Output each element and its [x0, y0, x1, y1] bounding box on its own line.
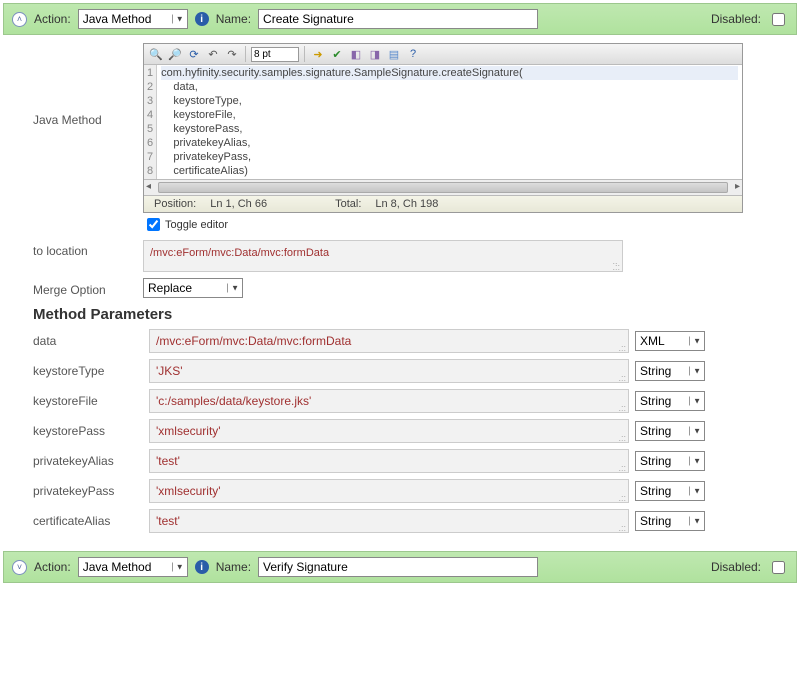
action-label: Action:: [34, 560, 71, 574]
param-name: keystorePass: [33, 424, 143, 438]
to-location-input[interactable]: /mvc:eForm/mvc:Data/mvc:formData ...::: [143, 240, 623, 272]
resize-grip-icon: .::: [618, 345, 626, 351]
resize-grip-icon: .::: [618, 405, 626, 411]
collapse-icon[interactable]: ˄: [12, 12, 27, 27]
status-position-label: Position:: [154, 198, 196, 210]
param-row: certificateAlias 'test'.::String: [33, 509, 789, 533]
param-row: privatekeyPass 'xmlsecurity'.::String: [33, 479, 789, 503]
param-name: privatekeyAlias: [33, 454, 143, 468]
status-total-label: Total:: [335, 198, 361, 210]
tool2-icon[interactable]: ◨: [367, 46, 383, 62]
merge-option-select[interactable]: Replace: [143, 278, 243, 298]
param-row: privatekeyAlias 'test'.::String: [33, 449, 789, 473]
param-type-select[interactable]: String: [635, 481, 705, 501]
redo-icon[interactable]: ↷: [224, 46, 240, 62]
resize-grip-icon: .::: [618, 375, 626, 381]
info-icon[interactable]: i: [195, 560, 209, 574]
status-position-value: Ln 1, Ch 66: [210, 198, 267, 210]
param-value-input[interactable]: 'xmlsecurity'.::: [149, 419, 629, 443]
resize-grip-icon: .::: [618, 525, 626, 531]
refresh-icon[interactable]: ⟳: [186, 46, 202, 62]
param-row: keystoreFile 'c:/samples/data/keystore.jk…: [33, 389, 789, 413]
check-icon[interactable]: ✔: [329, 46, 345, 62]
goto-icon[interactable]: ➜: [310, 46, 326, 62]
action-header-create: ˄ Action: Java Method i Name: Disabled:: [3, 3, 797, 35]
param-value-input[interactable]: 'xmlsecurity'.::: [149, 479, 629, 503]
name-label: Name:: [216, 12, 251, 26]
name-input[interactable]: [258, 557, 538, 577]
name-input[interactable]: [258, 9, 538, 29]
action-select[interactable]: Java Method: [78, 557, 188, 577]
param-name: data: [33, 334, 143, 348]
find-next-icon[interactable]: 🔎: [167, 46, 183, 62]
param-type-select[interactable]: String: [635, 391, 705, 411]
disabled-checkbox[interactable]: [772, 13, 785, 26]
editor-status-bar: Position: Ln 1, Ch 66 Total: Ln 8, Ch 19…: [144, 195, 742, 212]
undo-icon[interactable]: ↶: [205, 46, 221, 62]
param-row: keystorePass 'xmlsecurity'.::String: [33, 419, 789, 443]
disabled-label: Disabled:: [711, 560, 761, 574]
name-label: Name:: [216, 560, 251, 574]
param-row: keystoreType 'JKS'.::String: [33, 359, 789, 383]
method-parameters-heading: Method Parameters: [33, 306, 789, 323]
param-type-select[interactable]: String: [635, 361, 705, 381]
param-value-input[interactable]: /mvc:eForm/mvc:Data/mvc:formData.::: [149, 329, 629, 353]
action-select[interactable]: Java Method: [78, 9, 188, 29]
toggle-editor-label[interactable]: Toggle editor: [143, 215, 789, 234]
editor-toolbar: 🔍🔎⟳↶↷ ➜✔◧◨▤?: [144, 44, 742, 65]
param-row: data/mvc:eForm/mvc:Data/mvc:formData.::X…: [33, 329, 789, 353]
param-value-input[interactable]: 'JKS'.::: [149, 359, 629, 383]
param-value-input[interactable]: 'c:/samples/data/keystore.jks'.::: [149, 389, 629, 413]
action-body: Java Method 🔍🔎⟳↶↷ ➜✔◧◨▤? 12345678 com.hy…: [3, 35, 797, 551]
param-type-select[interactable]: XML: [635, 331, 705, 351]
find-icon[interactable]: 🔍: [148, 46, 164, 62]
resize-grip-icon: .::: [618, 435, 626, 441]
param-name: certificateAlias: [33, 514, 143, 528]
tool3-icon[interactable]: ▤: [386, 46, 402, 62]
param-type-select[interactable]: String: [635, 421, 705, 441]
resize-grip-icon: ...::: [612, 258, 620, 270]
resize-grip-icon: .::: [618, 465, 626, 471]
help-icon[interactable]: ?: [405, 46, 421, 62]
action-header-verify: ˅ Action: Java Method i Name: Disabled:: [3, 551, 797, 583]
horizontal-scrollbar[interactable]: [144, 179, 742, 195]
action-label: Action:: [34, 12, 71, 26]
toggle-editor-checkbox[interactable]: [147, 218, 160, 231]
merge-option-label: Merge Option: [33, 279, 143, 297]
code-text[interactable]: com.hyfinity.security.samples.signature.…: [157, 65, 742, 179]
expand-icon[interactable]: ˅: [12, 560, 27, 575]
param-name: privatekeyPass: [33, 484, 143, 498]
param-value-input[interactable]: 'test'.::: [149, 449, 629, 473]
font-size-input[interactable]: [251, 47, 299, 62]
param-name: keystoreFile: [33, 394, 143, 408]
param-type-select[interactable]: String: [635, 451, 705, 471]
info-icon[interactable]: i: [195, 12, 209, 26]
param-value-input[interactable]: 'test'.::: [149, 509, 629, 533]
code-editor: 🔍🔎⟳↶↷ ➜✔◧◨▤? 12345678 com.hyfinity.secur…: [143, 43, 743, 213]
resize-grip-icon: .::: [618, 495, 626, 501]
param-type-select[interactable]: String: [635, 511, 705, 531]
status-total-value: Ln 8, Ch 198: [375, 198, 438, 210]
disabled-checkbox[interactable]: [772, 561, 785, 574]
code-area[interactable]: 12345678 com.hyfinity.security.samples.s…: [144, 65, 742, 179]
param-name: keystoreType: [33, 364, 143, 378]
disabled-label: Disabled:: [711, 12, 761, 26]
to-location-label: to location: [33, 240, 143, 258]
java-method-label: Java Method: [33, 43, 143, 127]
tool1-icon[interactable]: ◧: [348, 46, 364, 62]
action-select-wrap: Java Method: [78, 9, 188, 29]
line-gutter: 12345678: [144, 65, 157, 179]
